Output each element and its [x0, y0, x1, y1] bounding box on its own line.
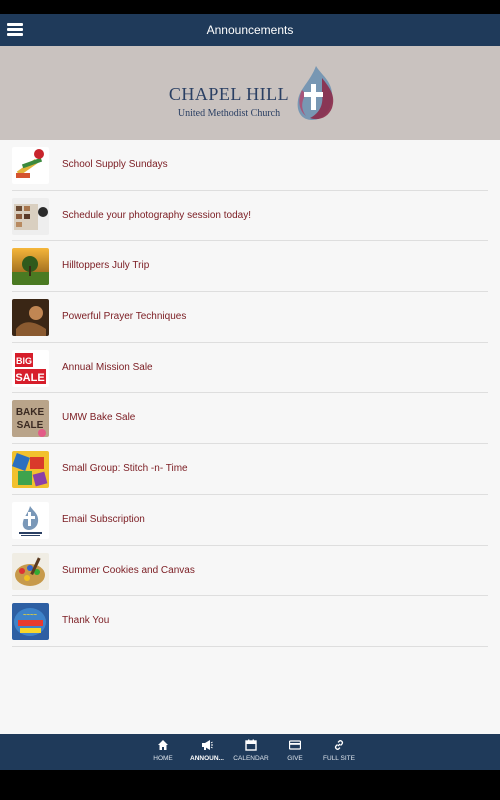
- tab-give[interactable]: GIVE: [279, 734, 311, 770]
- announcement-title: Small Group: Stitch -n- Time: [62, 463, 188, 475]
- top-app-bar: Announcements: [0, 14, 500, 46]
- tab-label: CALENDAR: [233, 755, 269, 762]
- credit-card-icon: [289, 740, 301, 750]
- announcements-list: School Supply Sundays Schedule your photo…: [0, 140, 500, 734]
- announcement-item[interactable]: ~~~~ Thank You: [12, 596, 488, 647]
- tab-label: ANNOUN...: [190, 755, 224, 762]
- announcement-item[interactable]: BIG SALE Annual Mission Sale: [12, 343, 488, 394]
- home-icon: [158, 740, 168, 750]
- announcement-thumbnail: [12, 197, 49, 235]
- tab-home[interactable]: HOME: [147, 734, 179, 770]
- announcement-thumbnail: [12, 147, 49, 184]
- tab-label: HOME: [153, 755, 173, 762]
- announcement-title: Thank You: [62, 615, 110, 627]
- announcement-item[interactable]: BAKE SALE UMW Bake Sale: [12, 393, 488, 445]
- announcement-thumbnail: [12, 451, 49, 489]
- svg-text:SALE: SALE: [17, 420, 44, 431]
- announcement-title: Hilltoppers July Trip: [62, 260, 150, 272]
- svg-text:SALE: SALE: [15, 372, 44, 384]
- announcement-item[interactable]: Email Subscription: [12, 495, 488, 546]
- announcement-thumbnail: [12, 248, 49, 286]
- megaphone-icon: [202, 740, 213, 750]
- svg-text:BAKE: BAKE: [16, 407, 45, 418]
- page-title: Announcements: [206, 23, 294, 37]
- flame-cross-icon: [297, 66, 334, 120]
- calendar-icon: [245, 739, 257, 751]
- system-nav-bar: [0, 770, 500, 800]
- announcement-thumbnail: [12, 299, 49, 337]
- tab-label: FULL SITE: [323, 755, 355, 762]
- church-name: CHAPEL HILL: [168, 84, 290, 104]
- bottom-tab-bar: HOME ANNOUN... CALENDAR GIVE FULL SITE: [0, 734, 500, 770]
- announcement-thumbnail: [12, 501, 49, 539]
- announcement-title: UMW Bake Sale: [62, 412, 136, 424]
- announcement-thumbnail: ~~~~: [12, 603, 49, 641]
- announcement-thumbnail: BIG SALE: [12, 349, 49, 387]
- announcement-thumbnail: [12, 552, 49, 590]
- announcement-item[interactable]: Schedule your photography session today!: [12, 191, 488, 242]
- announcement-item[interactable]: Powerful Prayer Techniques: [12, 292, 488, 343]
- announcement-title: Schedule your photography session today!: [62, 209, 252, 221]
- tab-calendar[interactable]: CALENDAR: [233, 734, 269, 770]
- church-logo: CHAPEL HILL United Methodist Church: [164, 64, 344, 124]
- announcement-item[interactable]: School Supply Sundays: [12, 140, 488, 191]
- announcement-title: Summer Cookies and Canvas: [62, 564, 195, 576]
- tab-full-site[interactable]: FULL SITE: [323, 734, 355, 770]
- tab-announ[interactable]: ANNOUN...: [190, 734, 224, 770]
- status-bar: [0, 0, 500, 14]
- announcement-title: Annual Mission Sale: [62, 361, 153, 373]
- church-subtitle: United Methodist Church: [177, 108, 281, 119]
- announcement-title: Email Subscription: [62, 513, 145, 525]
- announcement-title: Powerful Prayer Techniques: [62, 311, 187, 323]
- link-icon: [334, 740, 344, 750]
- announcement-thumbnail: BAKE SALE: [12, 400, 49, 438]
- tab-label: GIVE: [287, 755, 303, 762]
- announcement-title: School Supply Sundays: [62, 159, 168, 170]
- announcement-item[interactable]: Hilltoppers July Trip: [12, 241, 488, 293]
- svg-text:~~~~: ~~~~: [23, 613, 38, 619]
- announcement-item[interactable]: Small Group: Stitch -n- Time: [12, 444, 488, 495]
- announcement-item[interactable]: Summer Cookies and Canvas: [12, 546, 488, 597]
- church-banner: CHAPEL HILL United Methodist Church: [0, 46, 500, 140]
- svg-text:BIG: BIG: [16, 356, 32, 366]
